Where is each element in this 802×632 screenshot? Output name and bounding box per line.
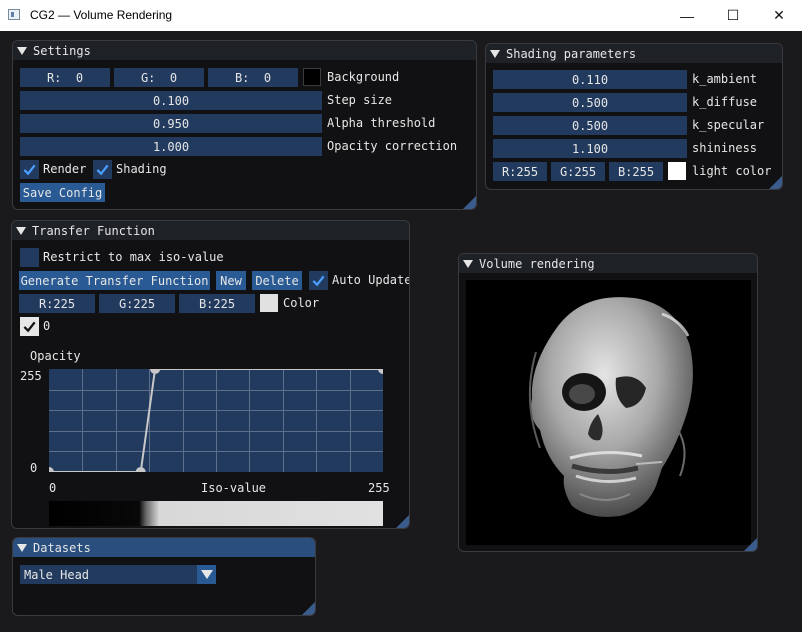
window-titlebar: CG2 — Volume Rendering — ☐ ✕: [0, 0, 802, 31]
shininess-label: shininess: [692, 141, 758, 155]
datasets-panel-title: Datasets: [33, 540, 91, 555]
k-ambient-label: k_ambient: [692, 72, 758, 86]
light-color-swatch[interactable]: [668, 162, 686, 180]
color-gradient-bar: [49, 501, 383, 526]
datasets-panel-header[interactable]: Datasets: [13, 538, 315, 557]
delete-button[interactable]: Delete: [252, 271, 302, 290]
collapse-arrow-icon: [463, 259, 473, 268]
restrict-checkbox[interactable]: [20, 248, 39, 267]
dataset-select[interactable]: Male Head: [20, 565, 216, 584]
resize-grip[interactable]: [769, 176, 782, 189]
point-zero-label: 0: [43, 319, 51, 333]
shading-parameters-panel: Shading parameters 0.110 k_ambient 0.500…: [485, 43, 783, 190]
light-b-field[interactable]: B:255: [609, 162, 663, 181]
alpha-threshold-slider[interactable]: 0.950: [20, 114, 322, 133]
maximize-button[interactable]: ☐: [710, 0, 756, 31]
window-title: CG2 — Volume Rendering: [30, 8, 173, 22]
transfer-panel-title: Transfer Function: [32, 223, 155, 238]
light-r-field[interactable]: R:255: [493, 162, 547, 181]
shading-panel-title: Shading parameters: [506, 46, 637, 61]
x-axis-label: Iso-value: [201, 481, 267, 495]
collapse-arrow-icon: [16, 226, 26, 235]
volume-render-viewport[interactable]: [466, 280, 751, 545]
transfer-function-chart[interactable]: [49, 369, 383, 472]
new-button[interactable]: New: [216, 271, 246, 290]
step-size-label: Step size: [327, 93, 393, 107]
k-ambient-slider[interactable]: 0.110: [493, 70, 687, 89]
settings-panel-title: Settings: [33, 43, 91, 58]
tf-color-g-field[interactable]: G:225: [99, 294, 175, 313]
k-diffuse-slider[interactable]: 0.500: [493, 93, 687, 112]
opacity-axis-label: Opacity: [30, 349, 81, 363]
light-color-label: light color: [692, 164, 772, 178]
x-max-tick-label: 255: [368, 481, 390, 495]
checkmark-icon: [23, 164, 36, 176]
checkmark-icon: [312, 275, 325, 287]
tf-color-r-field[interactable]: R:225: [19, 294, 95, 313]
light-g-field[interactable]: G:255: [551, 162, 605, 181]
point-zero-checkbox[interactable]: [20, 317, 39, 336]
chevron-down-icon: [200, 570, 213, 579]
k-diffuse-label: k_diffuse: [692, 95, 758, 109]
settings-panel-header[interactable]: Settings: [13, 41, 476, 60]
background-b-field[interactable]: B: 0: [208, 68, 298, 87]
collapse-arrow-icon: [17, 46, 27, 55]
save-config-button[interactable]: Save Config: [20, 183, 105, 202]
volume-rendering-panel: Volume rendering: [458, 253, 758, 552]
datasets-panel: Datasets Male Head: [12, 537, 316, 616]
resize-grip[interactable]: [463, 196, 476, 209]
render-checkbox[interactable]: [20, 160, 39, 179]
dropdown-button[interactable]: [197, 565, 216, 584]
opacity-correction-label: Opacity correction: [327, 139, 458, 153]
tf-color-swatch[interactable]: [260, 294, 278, 312]
app-icon: [8, 9, 20, 20]
tf-color-label: Color: [283, 296, 320, 310]
volume-panel-title: Volume rendering: [479, 256, 595, 271]
resize-grip[interactable]: [744, 538, 757, 551]
opacity-correction-slider[interactable]: 1.000: [20, 137, 322, 156]
k-specular-slider[interactable]: 0.500: [493, 116, 687, 135]
render-label: Render: [43, 162, 87, 176]
restrict-label: Restrict to max iso-value: [43, 250, 224, 264]
transfer-panel-header[interactable]: Transfer Function: [12, 221, 409, 240]
checkmark-icon: [23, 321, 36, 333]
shading-label: Shading: [116, 162, 167, 176]
resize-grip[interactable]: [396, 515, 409, 528]
tf-color-b-field[interactable]: B:225: [179, 294, 255, 313]
shading-panel-header[interactable]: Shading parameters: [486, 44, 782, 63]
background-color-swatch[interactable]: [303, 68, 321, 86]
generate-transfer-function-button[interactable]: Generate Transfer Function: [19, 271, 210, 290]
dataset-select-value: Male Head: [24, 567, 90, 582]
shading-checkbox[interactable]: [93, 160, 112, 179]
background-g-field[interactable]: G: 0: [114, 68, 204, 87]
close-button[interactable]: ✕: [756, 0, 802, 31]
y-max-tick-label: 255: [20, 369, 42, 383]
background-label: Background: [327, 70, 400, 84]
auto-update-checkbox[interactable]: [309, 271, 328, 290]
x-min-tick-label: 0: [49, 481, 57, 495]
collapse-arrow-icon: [490, 49, 500, 58]
settings-panel: Settings R: 0 G: 0 B: 0 Background 0.100…: [12, 40, 477, 210]
checkmark-icon: [96, 164, 109, 176]
transfer-function-panel: Transfer Function Restrict to max iso-va…: [11, 220, 410, 529]
auto-update-label: Auto Update: [332, 273, 410, 287]
y-min-tick-label: 0: [30, 461, 38, 475]
alpha-threshold-label: Alpha threshold: [327, 116, 436, 130]
volume-panel-header[interactable]: Volume rendering: [459, 254, 757, 273]
k-specular-label: k_specular: [692, 118, 765, 132]
step-size-slider[interactable]: 0.100: [20, 91, 322, 110]
background-r-field[interactable]: R: 0: [20, 68, 110, 87]
shininess-slider[interactable]: 1.100: [493, 139, 687, 158]
resize-grip[interactable]: [302, 602, 315, 615]
collapse-arrow-icon: [17, 543, 27, 552]
minimize-button[interactable]: —: [664, 0, 710, 31]
